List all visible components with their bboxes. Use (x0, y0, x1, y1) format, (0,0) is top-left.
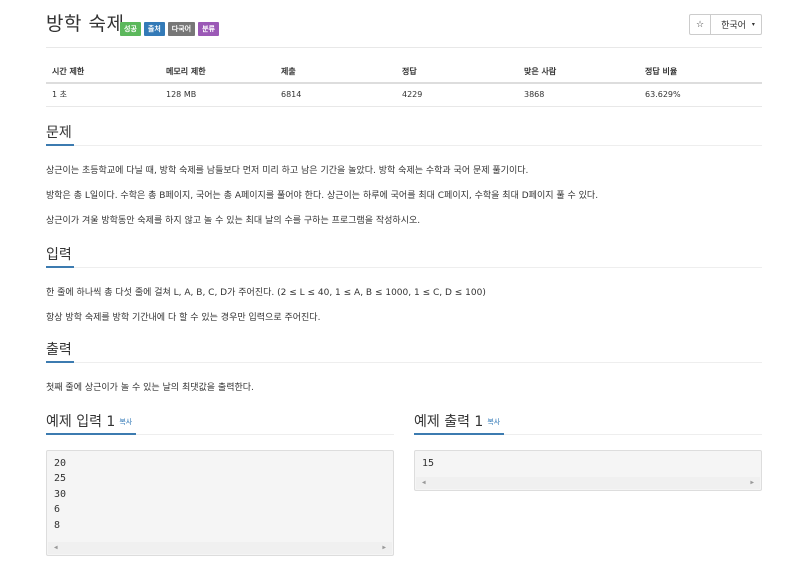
header-memory-limit: 메모리 제한 (160, 61, 275, 84)
info-header-row: 시간 제한 메모리 제한 제출 정답 맞은 사람 정답 비율 (46, 61, 762, 84)
sample-output-title: 예제 출력 1 복사 (414, 411, 505, 435)
output-paragraph: 첫째 줄에 상근이가 놀 수 있는 날의 최댓값을 출력한다. (46, 383, 254, 393)
value-submissions[interactable]: 6814 (275, 83, 396, 107)
copy-sample-output-button[interactable]: 복사 (487, 418, 500, 426)
description-paragraph: 상근이는 초등학교에 다닐 때, 방학 숙제를 남들보다 먼저 미리 하고 남은… (46, 166, 529, 176)
sample-input-line: 20 (54, 458, 67, 469)
header-time-limit: 시간 제한 (46, 61, 160, 84)
copy-sample-input-button[interactable]: 복사 (119, 418, 132, 426)
section-title-input: 입력 (46, 244, 74, 268)
section-input: 입력 (46, 244, 762, 268)
problem-info-table: 시간 제한 메모리 제한 제출 정답 맞은 사람 정답 비율 1 초 128 M… (46, 61, 762, 107)
scroll-left-icon[interactable]: ◀ (422, 477, 426, 489)
page-title: 방학 숙제 (46, 13, 125, 35)
section-output: 출력 (46, 339, 762, 363)
horizontal-scrollbar[interactable]: ◀ ▶ (48, 542, 392, 554)
section-sample-input: 예제 입력 1 복사 (46, 411, 394, 435)
description-paragraph: 방학은 총 L일이다. 수학은 총 B페이지, 국어는 총 A페이지를 풀어야 … (46, 191, 599, 201)
favorite-button[interactable]: ☆ (689, 14, 711, 35)
caret-down-icon: ▾ (751, 21, 755, 28)
sample-input-box[interactable]: 20 25 30 6 8 ◀ ▶ (46, 450, 394, 556)
sample-input-title: 예제 입력 1 복사 (46, 411, 137, 435)
sample-output-content: 15 (422, 456, 434, 471)
sample-output-line: 15 (422, 458, 435, 469)
sample-input-line: 6 (54, 504, 61, 516)
sample-input-content: 20 25 30 6 8 (54, 456, 66, 533)
header-submissions: 제출 (275, 61, 396, 84)
section-sample-output: 예제 출력 1 복사 (414, 411, 762, 435)
sample-input-line: 8 (54, 519, 61, 531)
problem-labels: 성공 출처 다국어 분류 (120, 22, 219, 36)
scroll-left-icon[interactable]: ◀ (54, 542, 58, 554)
horizontal-scrollbar[interactable]: ◀ ▶ (416, 477, 760, 489)
sample-input-line: 25 (54, 473, 67, 485)
value-time-limit: 1 초 (46, 83, 160, 107)
header-accepted: 정답 (396, 61, 518, 84)
header-actions: ☆ 한국어 ▾ (689, 14, 762, 35)
label-source[interactable]: 출처 (143, 22, 165, 36)
sample-output-title-text: 예제 출력 1 (414, 414, 484, 430)
sample-input-title-text: 예제 입력 1 (46, 414, 116, 430)
language-label: 한국어 (721, 21, 746, 31)
value-solved-users[interactable]: 3868 (518, 83, 639, 107)
label-multilingual[interactable]: 다국어 (167, 22, 196, 36)
input-paragraph: 한 줄에 하나씩 총 다섯 줄에 걸쳐 L, A, B, C, D가 주어진다.… (46, 288, 486, 298)
description-paragraph: 상근이가 겨울 방학동안 숙제를 하지 않고 놀 수 있는 최대 날의 수를 구… (46, 216, 421, 226)
scroll-right-icon[interactable]: ▶ (750, 477, 754, 489)
star-icon: ☆ (695, 19, 705, 30)
scroll-right-icon[interactable]: ▶ (382, 542, 386, 554)
section-title-description: 문제 (46, 122, 74, 146)
header-accept-ratio: 정답 비율 (639, 61, 762, 84)
value-memory-limit: 128 MB (160, 83, 275, 107)
language-dropdown[interactable]: 한국어 ▾ (711, 14, 762, 35)
section-title-output: 출력 (46, 339, 74, 363)
page-header: 방학 숙제 성공 출처 다국어 분류 ☆ 한국어 ▾ (46, 10, 762, 48)
sample-input-line: 30 (54, 488, 67, 500)
value-accept-ratio: 63.629% (639, 83, 762, 107)
sample-output-box[interactable]: 15 ◀ ▶ (414, 450, 762, 491)
info-value-row: 1 초 128 MB 6814 4229 3868 63.629% (46, 83, 762, 107)
value-accepted[interactable]: 4229 (396, 83, 518, 107)
section-description: 문제 (46, 122, 762, 146)
input-paragraph: 항상 방학 숙제를 방학 기간내에 다 할 수 있는 경우만 입력으로 주어진다… (46, 313, 321, 323)
label-success[interactable]: 성공 (120, 22, 141, 36)
label-category[interactable]: 분류 (198, 22, 219, 36)
header-solved-users: 맞은 사람 (518, 61, 639, 84)
